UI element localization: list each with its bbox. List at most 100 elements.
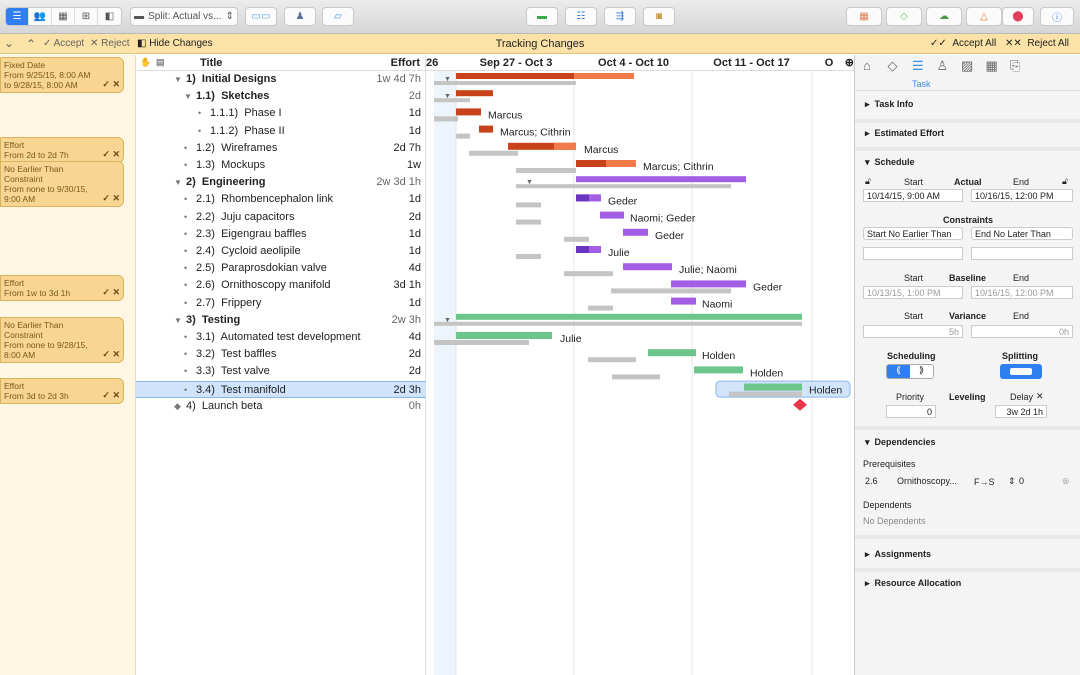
add-task-group-button[interactable]: ☷: [565, 7, 597, 26]
accept-reject-icons[interactable]: ✓ ✕: [102, 349, 120, 359]
constraint-start-field[interactable]: [863, 247, 963, 260]
resource-icon[interactable]: ♙: [937, 58, 949, 74]
accept-reject-icons[interactable]: ✓ ✕: [102, 193, 120, 203]
outline-row[interactable]: • 2.7) Frippery 1d: [136, 295, 426, 312]
network-view-icon[interactable]: ⊞: [75, 8, 98, 25]
task-effort[interactable]: 1w: [407, 157, 421, 174]
task-effort[interactable]: 1d: [409, 191, 421, 208]
gantt-view-icon[interactable]: ☰: [6, 8, 29, 25]
outline-row[interactable]: • 1.1.1) Phase I 1d: [136, 105, 426, 122]
lock-end-icon[interactable]: 🔓︎: [1062, 176, 1068, 187]
accept-reject-icons[interactable]: ✓ ✕: [102, 79, 120, 89]
disclosure-triangle-icon[interactable]: ▼: [184, 88, 192, 105]
task-effort[interactable]: 0h: [409, 398, 421, 415]
disclosure-triangle-icon[interactable]: ▼: [174, 312, 182, 329]
view-mode-segment[interactable]: ☰ 👥 ▦ ⊞ ◧: [5, 7, 122, 26]
task-effort[interactable]: 2d 7h: [393, 140, 421, 157]
task-effort[interactable]: 2d: [409, 88, 421, 105]
resource-view-icon[interactable]: 👥: [29, 8, 52, 25]
change-card[interactable]: Effort From 3d to 2d 3h ✓ ✕: [0, 378, 124, 404]
outline-row[interactable]: • 3.4) Test manifold 2d 3h: [136, 380, 426, 399]
disclosure-triangle-icon[interactable]: ▼: [174, 71, 182, 88]
outline-row[interactable]: ▼ 1.1) Sketches 2d: [136, 88, 426, 105]
task-title[interactable]: 2) Engineering: [186, 174, 265, 191]
accept-reject-icons[interactable]: ✓ ✕: [102, 390, 120, 400]
accept-reject-icons[interactable]: ✓ ✕: [102, 149, 120, 159]
milestone-icon[interactable]: ◇: [888, 58, 898, 74]
outline-row[interactable]: • 3.3) Test valve 2d: [136, 363, 426, 380]
task-title[interactable]: 2.4) Cycloid aeolipile: [196, 243, 301, 260]
outline-row[interactable]: • 2.5) Paraprosdokian valve 4d: [136, 260, 426, 277]
task-title[interactable]: 1) Initial Designs: [186, 71, 276, 88]
remove-prerequisite-icon[interactable]: ⊗: [1062, 476, 1070, 487]
forward-schedule-icon[interactable]: ⟫: [910, 365, 933, 378]
outline-row[interactable]: • 2.4) Cycloid aeolipile 1d: [136, 243, 426, 260]
task-effort[interactable]: 2d: [409, 346, 421, 363]
task-title[interactable]: 1.1.1) Phase I: [210, 105, 282, 122]
baseline-end-field[interactable]: 10/16/15, 12:00 PM: [971, 286, 1073, 299]
dashboard-view-icon[interactable]: ◧: [98, 8, 121, 25]
outline-row[interactable]: ▼ 3) Testing 2w 3h: [136, 312, 426, 329]
task-title[interactable]: 3.1) Automated test development: [196, 329, 361, 346]
task-effort[interactable]: 1d: [409, 123, 421, 140]
lock-start-icon[interactable]: 🔓︎: [865, 176, 871, 187]
task-title[interactable]: 2.1) Rhombencephalon link: [196, 191, 333, 208]
publish-button[interactable]: ☁: [926, 7, 962, 26]
task-info-section[interactable]: ▸ Task Info: [855, 99, 1080, 110]
task-title[interactable]: 1.1.2) Phase II: [210, 123, 285, 140]
outline-row[interactable]: ▼ 1) Initial Designs 1w 4d 7h: [136, 71, 426, 88]
outline-row[interactable]: • 2.3) Eigengrau baffles 1d: [136, 226, 426, 243]
inspector-button[interactable]: ⓘ: [1040, 7, 1074, 26]
change-card[interactable]: Effort From 1w to 3d 1h ✓ ✕: [0, 275, 124, 301]
violation-button[interactable]: △: [966, 7, 1002, 26]
outline-row[interactable]: • 1.1.2) Phase II 1d: [136, 123, 426, 140]
task-effort[interactable]: 2d: [409, 209, 421, 226]
style-icon[interactable]: ▨: [961, 58, 973, 74]
task-title[interactable]: 1.2) Wireframes: [196, 140, 277, 157]
task-title[interactable]: 3.3) Test valve: [196, 363, 270, 380]
task-title[interactable]: 2.7) Frippery: [196, 295, 261, 312]
task-title[interactable]: 1.1) Sketches: [196, 88, 269, 105]
table-button[interactable]: ▦: [846, 7, 882, 26]
task-effort[interactable]: 1d: [409, 243, 421, 260]
task-title[interactable]: 2.6) Ornithoscopy manifold: [196, 277, 331, 294]
reject-all-button[interactable]: ✕✕ Reject All: [1005, 38, 1069, 49]
title-column-header[interactable]: Title: [200, 57, 222, 69]
outline-row[interactable]: • 2.6) Ornithoscopy manifold 3d 1h: [136, 277, 426, 294]
outline-row[interactable]: • 3.1) Automated test development 4d: [136, 329, 426, 346]
task-title[interactable]: 4) Launch beta: [186, 398, 262, 415]
task-effort[interactable]: 1d: [409, 105, 421, 122]
resource-allocation-section[interactable]: ▸ Resource Allocation: [855, 578, 1080, 589]
accept-reject-icons[interactable]: ✓ ✕: [102, 287, 120, 297]
outline-row[interactable]: • 2.2) Juju capacitors 2d: [136, 209, 426, 226]
splitting-toggle[interactable]: [1000, 364, 1042, 379]
start-constraint-select[interactable]: Start No Earlier Than: [863, 227, 963, 240]
assign-resource-button[interactable]: ♟: [284, 7, 316, 26]
diamond-button[interactable]: ◇: [886, 7, 922, 26]
outline-row[interactable]: • 1.2) Wireframes 2d 7h: [136, 140, 426, 157]
constraint-end-field[interactable]: [971, 247, 1073, 260]
task-title[interactable]: 3.4) Test manifold: [196, 382, 286, 399]
task-effort[interactable]: 3d 1h: [393, 277, 421, 294]
screenshot-button[interactable]: ◙: [643, 7, 675, 26]
task-effort[interactable]: 2d 3h: [393, 382, 421, 399]
dependencies-section[interactable]: ▾ Dependencies: [855, 437, 1080, 448]
project-icon[interactable]: ⌂: [863, 58, 871, 73]
calendar-view-icon[interactable]: ▦: [52, 8, 75, 25]
change-card[interactable]: No Earlier Than Constraint From none to 9/…: [0, 161, 124, 207]
split-view-select[interactable]: ▬ Split: Actual vs... ⇕: [130, 7, 238, 26]
end-constraint-select[interactable]: End No Later Than: [971, 227, 1073, 240]
scheduling-direction-control[interactable]: ⟪ ⟫: [886, 364, 934, 379]
connect-tasks-button[interactable]: ▭▭: [245, 7, 277, 26]
task-title[interactable]: 2.5) Paraprosdokian valve: [196, 260, 327, 277]
stop-button[interactable]: ⬤: [1002, 7, 1034, 26]
schedule-section[interactable]: ▾ Schedule: [855, 157, 1080, 168]
task-effort[interactable]: 1d: [409, 226, 421, 243]
actual-end-field[interactable]: 10/16/15, 12:00 PM: [971, 189, 1073, 202]
outline-row[interactable]: ▼ 2) Engineering 2w 3d 1h: [136, 174, 426, 191]
baseline-button[interactable]: ▱: [322, 7, 354, 26]
level-resources-button[interactable]: ⇶: [604, 7, 636, 26]
delay-field[interactable]: 3w 2d 1h: [995, 405, 1047, 418]
add-milestone-button[interactable]: ▬: [526, 7, 558, 26]
effort-column-header[interactable]: Effort: [391, 57, 420, 69]
